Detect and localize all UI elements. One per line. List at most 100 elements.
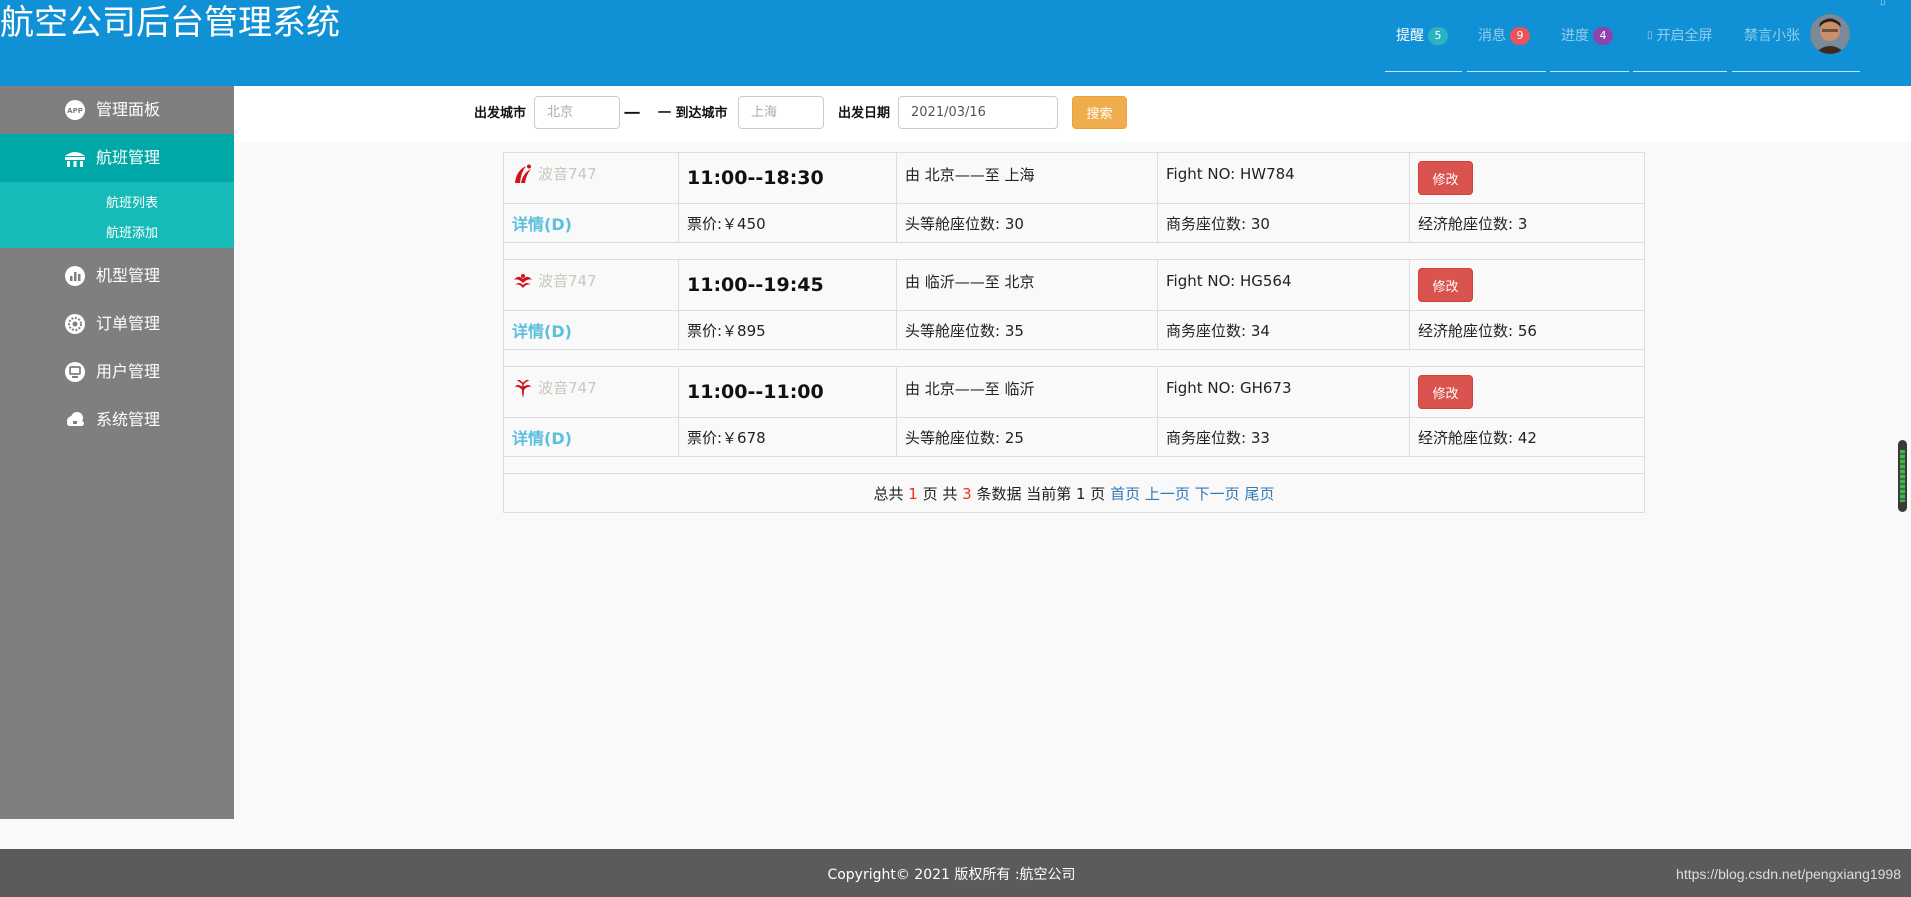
scrollbar-thumb[interactable] — [1898, 440, 1907, 512]
first-class-seats: 头等舱座位数: 25 — [896, 417, 1158, 457]
business-seats: 商务座位数: 34 — [1157, 310, 1410, 350]
sidebar-item-dashboard[interactable]: APP 管理面板 — [0, 86, 234, 134]
economy-seats: 经济舱座位数: 42 — [1409, 417, 1645, 457]
ticket-price: 票价:￥678 — [678, 417, 897, 457]
nav-progress[interactable]: 进度 4 — [1550, 22, 1629, 72]
to-city-input[interactable] — [738, 96, 824, 129]
chart-icon — [64, 265, 86, 287]
flight-row: 波音747 11:00--19:45 由 临沂——至 北京 Fight NO: … — [503, 259, 1645, 311]
app-icon: APP — [64, 99, 86, 121]
plane-model: 波音747 — [538, 379, 597, 397]
separator-dash: 一 — [624, 104, 641, 123]
prev-page-link[interactable]: 上一页 — [1145, 485, 1190, 503]
details-link[interactable]: 详情(D) — [512, 429, 572, 448]
copyright-text: Copyright© 2021 版权所有 :航空公司 — [827, 867, 1076, 883]
flight-detail-row: 详情(D) 票价:￥450 头等舱座位数: 30 商务座位数: 30 经济舱座位… — [503, 203, 1645, 243]
messages-badge: 9 — [1510, 27, 1530, 45]
to-city-label: 一 到达城市 — [658, 106, 728, 121]
flight-time: 11:00--11:00 — [687, 381, 824, 403]
flight-number: Fight NO: HG564 — [1166, 272, 1292, 290]
last-page-link[interactable]: 尾页 — [1244, 485, 1274, 503]
sidebar-item-label: 航班管理 — [96, 148, 161, 167]
economy-seats: 经济舱座位数: 3 — [1409, 203, 1645, 243]
row-spacer — [503, 242, 1645, 260]
submenu-flight-list[interactable]: 航班列表 — [106, 195, 158, 213]
economy-seats: 经济舱座位数: 56 — [1409, 310, 1645, 350]
first-page-link[interactable]: 首页 — [1110, 485, 1140, 503]
watermark-text: https://blog.csdn.net/pengxiang1998 — [1676, 866, 1901, 882]
submenu-flight-add[interactable]: 航班添加 — [106, 225, 158, 243]
sidebar-item-label: 管理面板 — [96, 100, 161, 119]
avatar[interactable] — [1810, 14, 1850, 54]
gear-icon — [64, 313, 86, 335]
flight-time: 11:00--18:30 — [687, 167, 824, 189]
bridge-icon — [64, 147, 86, 169]
scrollbar-grip — [1900, 450, 1905, 502]
sidebar-item-orders[interactable]: 订单管理 — [0, 300, 234, 348]
fullscreen-icon: ▯ — [1647, 30, 1653, 41]
flight-number: Fight NO: HW784 — [1166, 165, 1295, 183]
flight-route: 由 北京——至 上海 — [905, 165, 1035, 184]
first-class-seats: 头等舱座位数: 30 — [896, 203, 1158, 243]
details-link[interactable]: 详情(D) — [512, 322, 572, 341]
cloud-icon — [64, 409, 86, 431]
first-class-seats: 头等舱座位数: 35 — [896, 310, 1158, 350]
sidebar: APP 管理面板 航班管理 航班列表 航班添加 机型管理 订单管理 用户管理 系… — [0, 86, 234, 819]
flight-route: 由 北京——至 临沂 — [905, 379, 1035, 398]
search-bar: 出发城市 一 一 到达城市 出发日期 搜索 — [234, 86, 1911, 142]
sidebar-item-label: 用户管理 — [96, 362, 161, 381]
details-link[interactable]: 详情(D) — [512, 215, 572, 234]
sidebar-item-aircraft[interactable]: 机型管理 — [0, 252, 234, 300]
ticket-price: 票价:￥895 — [678, 310, 897, 350]
row-spacer — [503, 349, 1645, 367]
nav-progress-label: 进度 — [1561, 28, 1589, 44]
pager-text: 总共 — [873, 484, 909, 503]
ticket-price: 票价:￥450 — [678, 203, 897, 243]
plane-model: 波音747 — [538, 165, 597, 183]
pager-text: 页 共 — [917, 484, 963, 503]
pager-text: 条数据 当前第 1 页 — [971, 484, 1111, 503]
flight-submenu: 航班列表 航班添加 — [0, 182, 234, 248]
flight-detail-row: 详情(D) 票价:￥678 头等舱座位数: 25 商务座位数: 33 经济舱座位… — [503, 417, 1645, 457]
airline-cell: 波音747 — [503, 259, 679, 311]
nav-reminders[interactable]: 提醒 5 — [1385, 22, 1462, 72]
flight-row: 波音747 11:00--18:30 由 北京——至 上海 Fight NO: … — [503, 152, 1645, 204]
business-seats: 商务座位数: 30 — [1157, 203, 1410, 243]
window-icon: ▯ — [1880, 0, 1886, 7]
from-city-input[interactable] — [534, 96, 620, 129]
search-button[interactable]: 搜索 — [1072, 96, 1127, 129]
total-pages: 1 — [908, 484, 918, 503]
next-page-link[interactable]: 下一页 — [1195, 485, 1240, 503]
progress-badge: 4 — [1593, 27, 1613, 45]
row-spacer — [503, 456, 1645, 474]
user-name: 禁言小张 — [1744, 28, 1800, 44]
flight-number: Fight NO: GH673 — [1166, 379, 1292, 397]
flight-table: 波音747 11:00--18:30 由 北京——至 上海 Fight NO: … — [503, 152, 1645, 513]
sidebar-item-flights[interactable]: 航班管理 — [0, 134, 234, 182]
shandong-airlines-logo — [512, 270, 534, 292]
edit-button[interactable]: 修改 — [1418, 268, 1473, 302]
airline-cell: 波音747 — [503, 366, 679, 418]
sidebar-item-label: 系统管理 — [96, 410, 161, 429]
svg-text:APP: APP — [67, 107, 83, 115]
footer: Copyright© 2021 版权所有 :航空公司 https://blog.… — [0, 849, 1911, 897]
nav-fullscreen[interactable]: ▯ 开启全屏 — [1633, 22, 1727, 72]
pagination: 总共 1 页 共 3 条数据 当前第 1 页 首页 上一页 下一页 尾页 — [503, 473, 1645, 513]
from-city-label: 出发城市 — [474, 106, 527, 121]
app-title: 航空公司后台管理系统 — [0, 3, 340, 43]
departure-date-input[interactable] — [898, 96, 1058, 129]
sidebar-item-system[interactable]: 系统管理 — [0, 396, 234, 444]
nav-messages[interactable]: 消息 9 — [1467, 22, 1546, 72]
edit-button[interactable]: 修改 — [1418, 161, 1473, 195]
nav-fullscreen-label: 开启全屏 — [1656, 28, 1713, 44]
airline-cell: 波音747 — [503, 152, 679, 204]
departure-date-label: 出发日期 — [838, 106, 891, 121]
sidebar-item-users[interactable]: 用户管理 — [0, 348, 234, 396]
sidebar-item-label: 机型管理 — [96, 266, 161, 285]
pagination-row: 总共 1 页 共 3 条数据 当前第 1 页 首页 上一页 下一页 尾页 — [503, 473, 1645, 513]
air-china-logo — [512, 163, 534, 185]
edit-button[interactable]: 修改 — [1418, 375, 1473, 409]
monitor-icon — [64, 361, 86, 383]
total-records: 3 — [962, 484, 972, 503]
china-southern-logo — [512, 377, 534, 399]
